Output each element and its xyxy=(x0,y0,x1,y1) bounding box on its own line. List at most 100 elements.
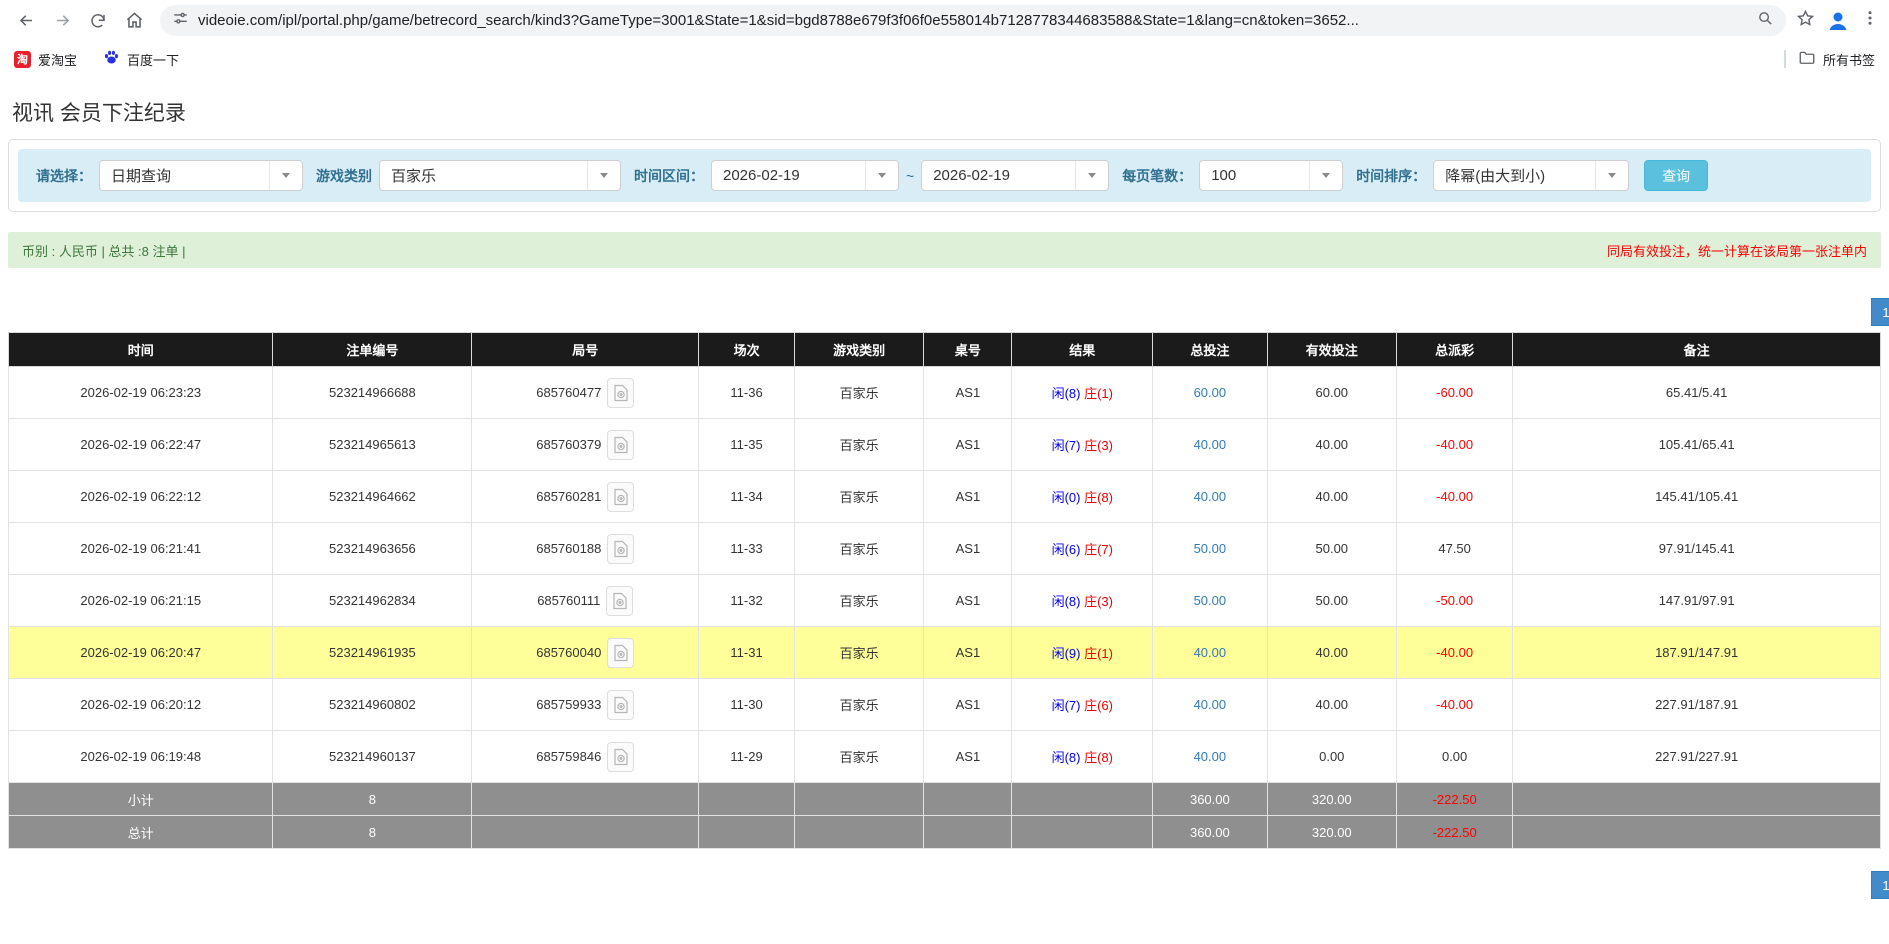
date-to-dropdown[interactable]: 2026-02-19 xyxy=(921,160,1109,191)
cell-total-bet[interactable]: 40.00 xyxy=(1153,419,1267,471)
cell-valid-bet: 40.00 xyxy=(1267,471,1396,523)
summary-bar: 币别 : 人民币 | 总共 :8 注单 | 同局有效投注，统一计算在该局第一张注… xyxy=(8,232,1881,268)
total-count: 8 xyxy=(273,816,472,849)
page-title: 视讯 会员下注纪录 xyxy=(12,97,1889,127)
page-size-dropdown[interactable]: 100 xyxy=(1199,160,1343,191)
cell-result: 闲(8) 庄(3) xyxy=(1012,575,1153,627)
cell-session: 11-34 xyxy=(699,471,795,523)
pagination-page-1-bottom[interactable]: 1 xyxy=(1871,871,1889,899)
home-icon[interactable] xyxy=(118,5,150,37)
cell-total-bet[interactable]: 40.00 xyxy=(1153,679,1267,731)
cell-session: 11-32 xyxy=(699,575,795,627)
date-from-dropdown[interactable]: 2026-02-19 xyxy=(711,160,899,191)
cell-total-bet[interactable]: 40.00 xyxy=(1153,627,1267,679)
video-replay-icon[interactable] xyxy=(607,378,634,408)
bookmarks-divider xyxy=(1784,50,1786,68)
cell-total-bet[interactable]: 40.00 xyxy=(1153,471,1267,523)
video-replay-icon[interactable] xyxy=(607,482,634,512)
chevron-down-icon[interactable] xyxy=(865,161,898,190)
result-banker: 庄(8) xyxy=(1080,490,1113,505)
cell-bet-id: 523214964662 xyxy=(273,471,472,523)
cell-round-id: 685760188 xyxy=(472,523,699,575)
bookmark-taobao[interactable]: 淘 爱淘宝 xyxy=(14,50,77,69)
video-replay-icon[interactable] xyxy=(607,742,634,772)
subtotal-payout: -222.50 xyxy=(1396,783,1512,816)
table-row: 2026-02-19 06:21:41523214963656685760188… xyxy=(9,523,1881,575)
cell-table-id: AS1 xyxy=(924,731,1012,783)
all-bookmarks-button[interactable]: 所有书签 xyxy=(1798,49,1875,70)
column-header: 结果 xyxy=(1012,333,1153,367)
cell-round-id: 685760040 xyxy=(472,627,699,679)
profile-avatar[interactable] xyxy=(1825,8,1851,34)
chevron-down-icon[interactable] xyxy=(1595,161,1628,190)
time-sort-label: 时间排序： xyxy=(1356,166,1426,186)
zoom-page-icon[interactable] xyxy=(1757,10,1774,32)
url-text[interactable]: videoie.com/ipl/portal.php/game/betrecor… xyxy=(198,12,1748,29)
cell-table-id: AS1 xyxy=(924,419,1012,471)
back-icon[interactable] xyxy=(10,5,42,37)
menu-kebab-icon[interactable] xyxy=(1861,9,1879,32)
cell-time: 2026-02-19 06:20:47 xyxy=(9,627,273,679)
cell-bet-id: 523214961935 xyxy=(273,627,472,679)
column-header: 时间 xyxy=(9,333,273,367)
cell-round-id: 685760379 xyxy=(472,419,699,471)
pagination-page-1-top[interactable]: 1 xyxy=(1871,298,1889,326)
page-size-label: 每页笔数： xyxy=(1122,166,1192,186)
refresh-icon[interactable] xyxy=(82,5,114,37)
cell-session: 11-35 xyxy=(699,419,795,471)
video-replay-icon[interactable] xyxy=(607,690,634,720)
chevron-down-icon[interactable] xyxy=(587,161,620,190)
query-button[interactable]: 查询 xyxy=(1644,160,1708,191)
total-label: 总计 xyxy=(9,816,273,849)
cell-time: 2026-02-19 06:22:47 xyxy=(9,419,273,471)
cell-note: 65.41/5.41 xyxy=(1513,367,1881,419)
url-bar[interactable]: videoie.com/ipl/portal.php/game/betrecor… xyxy=(160,5,1786,36)
page-size-value: 100 xyxy=(1200,161,1309,190)
video-replay-icon[interactable] xyxy=(607,534,634,564)
cell-note: 97.91/145.41 xyxy=(1513,523,1881,575)
cell-total-bet[interactable]: 40.00 xyxy=(1153,731,1267,783)
round-id-text: 685760477 xyxy=(536,385,601,400)
video-replay-icon[interactable] xyxy=(607,638,634,668)
table-row: 2026-02-19 06:20:12523214960802685759933… xyxy=(9,679,1881,731)
cell-total-bet[interactable]: 50.00 xyxy=(1153,575,1267,627)
game-type-dropdown[interactable]: 百家乐 xyxy=(379,160,621,191)
video-replay-icon[interactable] xyxy=(606,586,633,616)
select-mode-dropdown[interactable]: 日期查询 xyxy=(99,160,303,191)
chevron-down-icon[interactable] xyxy=(1309,161,1342,190)
cell-note: 105.41/65.41 xyxy=(1513,419,1881,471)
cell-bet-id: 523214960137 xyxy=(273,731,472,783)
cell-result: 闲(7) 庄(6) xyxy=(1012,679,1153,731)
cell-payout: 0.00 xyxy=(1396,731,1512,783)
result-player: 闲(8) xyxy=(1052,386,1081,401)
time-sort-dropdown[interactable]: 降幂(由大到小) xyxy=(1433,160,1629,191)
cell-payout: -50.00 xyxy=(1396,575,1512,627)
bet-records-table: 时间注单编号局号场次游戏类别桌号结果总投注有效投注总派彩备注 2026-02-1… xyxy=(8,332,1881,849)
chevron-down-icon[interactable] xyxy=(1075,161,1108,190)
round-id-text: 685759933 xyxy=(536,697,601,712)
site-settings-icon[interactable] xyxy=(172,10,189,32)
bookmark-star-icon[interactable] xyxy=(1796,9,1815,33)
cell-table-id: AS1 xyxy=(924,471,1012,523)
cell-game-type: 百家乐 xyxy=(794,679,923,731)
round-id-text: 685760111 xyxy=(537,593,600,608)
all-bookmarks-label: 所有书签 xyxy=(1823,50,1875,69)
cell-bet-id: 523214962834 xyxy=(273,575,472,627)
cell-round-id: 685760111 xyxy=(472,575,699,627)
result-banker: 庄(8) xyxy=(1080,750,1113,765)
forward-icon[interactable] xyxy=(46,5,78,37)
cell-note: 147.91/97.91 xyxy=(1513,575,1881,627)
cell-total-bet[interactable]: 60.00 xyxy=(1153,367,1267,419)
cell-result: 闲(8) 庄(8) xyxy=(1012,731,1153,783)
currency-summary-text: 币别 : 人民币 | 总共 :8 注单 | xyxy=(22,241,186,260)
subtotal-total-bet: 360.00 xyxy=(1153,783,1267,816)
cell-total-bet[interactable]: 50.00 xyxy=(1153,523,1267,575)
chevron-down-icon[interactable] xyxy=(269,161,302,190)
column-header: 注单编号 xyxy=(273,333,472,367)
bookmark-taobao-label: 爱淘宝 xyxy=(38,50,77,69)
bookmark-baidu[interactable]: 百度一下 xyxy=(103,49,179,69)
video-replay-icon[interactable] xyxy=(607,430,634,460)
cell-note: 187.91/147.91 xyxy=(1513,627,1881,679)
cell-bet-id: 523214960802 xyxy=(273,679,472,731)
cell-session: 11-29 xyxy=(699,731,795,783)
